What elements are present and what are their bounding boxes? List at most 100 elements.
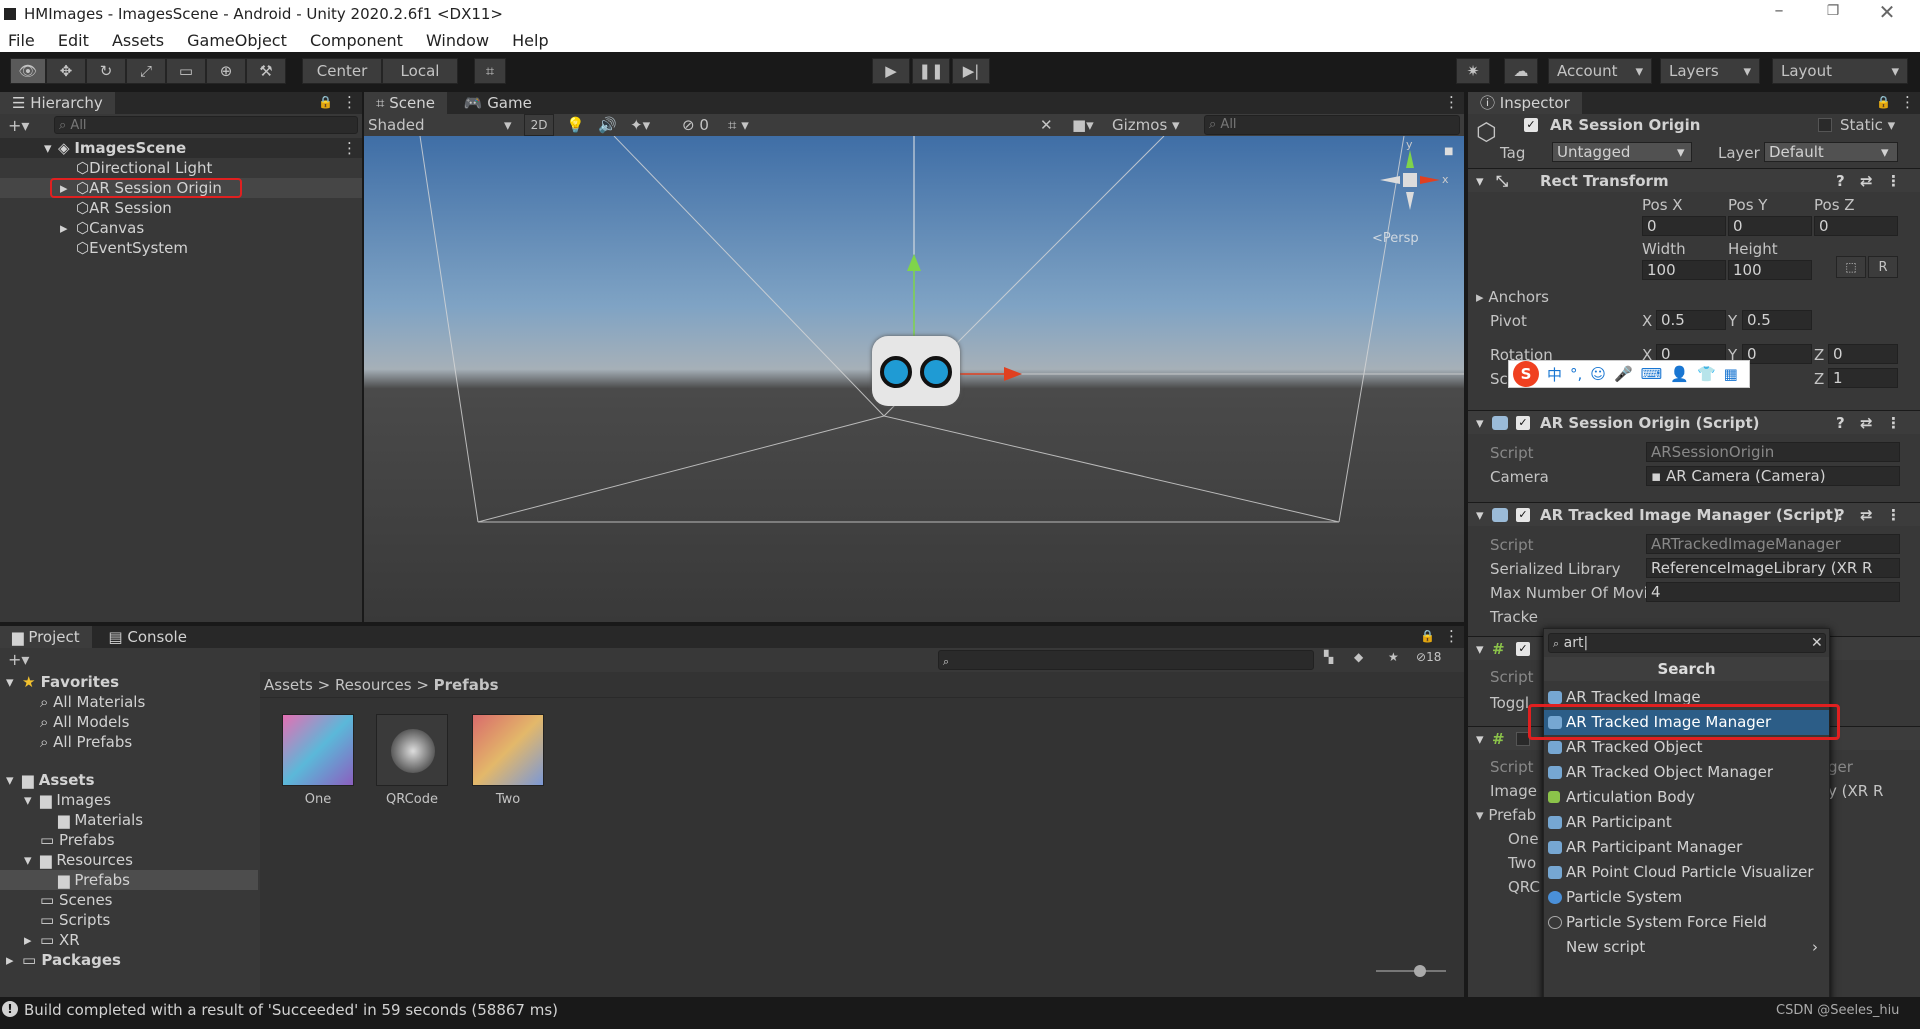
ime-punct-toggle[interactable]: °, [1570, 365, 1582, 383]
x-arrow-handle[interactable] [1004, 367, 1022, 381]
max-moving-field[interactable]: 4 [1646, 582, 1900, 602]
hidden-packages-toggle[interactable]: ⊘18 [1416, 650, 1441, 664]
menu-assets[interactable]: Assets [112, 31, 164, 50]
ime-chinese-toggle[interactable]: 中 [1547, 364, 1562, 385]
camera-field[interactable]: ▪ AR Camera (Camera) [1646, 466, 1900, 486]
hierarchy-search-input[interactable]: ⌕ All [54, 116, 358, 134]
orientation-gizmo[interactable]: y x [1362, 142, 1452, 232]
posx-field[interactable]: 0 [1642, 216, 1726, 236]
kebab-menu-icon[interactable]: ⋮ [1886, 411, 1901, 435]
shading-dropdown[interactable]: Shaded ▾ [368, 116, 518, 134]
tracked-manager-header[interactable]: ▾ ✓ AR Tracked Image Manager (Script) ? … [1468, 502, 1920, 526]
prefab-foldout[interactable]: ▾ Prefab [1476, 806, 1536, 824]
persp-label[interactable]: <Persp [1372, 231, 1419, 246]
anchors-foldout[interactable]: ▸ Anchors [1476, 288, 1549, 306]
scene-viewport[interactable]: y x <Persp ■ [364, 136, 1464, 622]
scale-tool-button[interactable]: ⤢ [126, 58, 166, 84]
active-checkbox[interactable]: ✓ [1524, 118, 1538, 132]
favorite-item[interactable]: ⌕ All Models [0, 712, 258, 732]
help-icon[interactable]: ? [1836, 169, 1845, 193]
preset-icon[interactable]: ⇄ [1860, 169, 1873, 193]
posy-field[interactable]: 0 [1728, 216, 1812, 236]
asset-item[interactable]: Two [470, 714, 546, 807]
scene-root-row[interactable]: ▾ ◈ ImagesScene ⋮ [0, 138, 362, 158]
filter-label-icon[interactable]: ◆ [1354, 650, 1363, 664]
asset-item[interactable]: One [280, 714, 356, 807]
kebab-menu-icon[interactable]: ⋮ [1444, 93, 1459, 111]
play-button[interactable]: ▶ [872, 58, 910, 84]
pivot-x-field[interactable]: 0.5 [1656, 310, 1726, 330]
asset-item[interactable]: QRCode [374, 714, 450, 807]
audio-icon[interactable]: 🔊 [598, 116, 617, 134]
zoom-slider-handle[interactable] [1414, 965, 1426, 977]
transform-tool-button[interactable]: ⊕ [206, 58, 246, 84]
component-item[interactable]: AR Point Cloud Particle Visualizer [1544, 860, 1829, 885]
rect-transform-header[interactable]: ▾ ⤡ Rect Transform ? ⇄ ⋮ [1468, 168, 1920, 192]
static-checkbox[interactable] [1818, 118, 1832, 132]
maximize-button[interactable]: ❐ [1818, 3, 1848, 19]
component-item[interactable]: AR Participant [1544, 810, 1829, 835]
apps-grid-icon[interactable]: ▦ [1724, 365, 1738, 383]
kebab-menu-icon[interactable]: ⋮ [1886, 503, 1901, 527]
folder-row[interactable]: ▆ Materials [0, 810, 258, 830]
preset-icon[interactable]: ⇄ [1860, 503, 1873, 527]
tools-icon[interactable]: ✕ [1040, 116, 1053, 134]
hierarchy-item[interactable]: ⬡ Directional Light [0, 158, 362, 178]
emoji-icon[interactable]: ☺ [1590, 365, 1606, 383]
component-item[interactable]: Particle System [1544, 885, 1829, 910]
kebab-menu-icon[interactable]: ⋮ [342, 93, 357, 111]
menu-window[interactable]: Window [426, 31, 489, 50]
project-search-input[interactable]: ⌕ [938, 650, 1314, 670]
expand-arrow-icon[interactable]: ▸ [60, 218, 68, 238]
folder-row[interactable]: ▾ ▆ Images [0, 790, 258, 810]
posz-field[interactable]: 0 [1814, 216, 1898, 236]
tab-hierarchy[interactable]: ☰ Hierarchy [0, 92, 115, 114]
component-item[interactable]: AR Tracked Object [1544, 735, 1829, 760]
component-item[interactable]: AR Participant Manager [1544, 835, 1829, 860]
breadcrumb-item[interactable]: Assets [264, 676, 313, 694]
keyboard-icon[interactable]: ⌨ [1641, 365, 1663, 383]
component-enabled-checkbox[interactable]: ✓ [1516, 642, 1530, 656]
rot-y-field[interactable]: 0 [1742, 344, 1812, 364]
pivot-local-button[interactable]: Local [382, 58, 458, 84]
menu-edit[interactable]: Edit [58, 31, 89, 50]
component-enabled-checkbox[interactable]: ✓ [1516, 416, 1530, 430]
lock-icon[interactable]: 🔒 [1876, 95, 1891, 109]
lock-icon[interactable]: 🔒 [1420, 629, 1435, 643]
collab-button[interactable]: ✷ [1456, 58, 1490, 84]
height-field[interactable]: 100 [1728, 260, 1812, 280]
2d-toggle[interactable]: 2D [524, 114, 554, 136]
layout-dropdown[interactable]: Layout ▾ [1772, 58, 1908, 84]
width-field[interactable]: 100 [1642, 260, 1726, 280]
favorite-star-icon[interactable]: ★ [1388, 650, 1399, 664]
clear-search-icon[interactable]: ✕ [1811, 634, 1823, 652]
rect-tool-button[interactable]: ▭ [166, 58, 206, 84]
hierarchy-item[interactable]: ▸ ⬡ Canvas [0, 218, 362, 238]
component-enabled-checkbox[interactable]: ✓ [1516, 508, 1530, 522]
folder-row[interactable]: ▭ Scripts [0, 910, 258, 930]
pivot-y-field[interactable]: 0.5 [1742, 310, 1812, 330]
breadcrumb-item[interactable]: Resources [335, 676, 412, 694]
component-item-selected[interactable]: AR Tracked Image Manager [1528, 704, 1840, 740]
pivot-center-button[interactable]: Center [302, 58, 382, 84]
component-item[interactable]: Particle System Force Field [1544, 910, 1829, 935]
raw-edit-button[interactable]: R [1868, 256, 1898, 278]
status-message[interactable]: Build completed with a result of 'Succee… [24, 1001, 558, 1019]
tab-game[interactable]: 🎮 Game [451, 92, 544, 114]
filter-type-icon[interactable]: ▚ [1324, 650, 1333, 664]
scene-search-input[interactable]: ⌕ All [1204, 115, 1460, 135]
session-origin-header[interactable]: ▾ ✓ AR Session Origin (Script) ? ⇄ ⋮ [1468, 410, 1920, 434]
lighting-icon[interactable]: 💡 [566, 116, 585, 134]
gizmos-dropdown[interactable]: Gizmos ▾ [1112, 116, 1180, 134]
zoom-slider[interactable] [1376, 965, 1446, 977]
library-field[interactable]: ReferenceImageLibrary (XR R [1646, 558, 1900, 578]
layers-dropdown[interactable]: Layers ▾ [1660, 58, 1760, 84]
help-icon[interactable]: ? [1836, 411, 1845, 435]
menu-help[interactable]: Help [512, 31, 548, 50]
hierarchy-item[interactable]: ⬡ AR Session [0, 198, 362, 218]
minimize-button[interactable]: – [1764, 0, 1794, 21]
kebab-menu-icon[interactable]: ⋮ [1900, 93, 1915, 111]
favorite-item[interactable]: ⌕ All Prefabs [0, 732, 258, 752]
user-icon[interactable]: 👤 [1670, 365, 1689, 383]
hierarchy-item-selected[interactable]: ▸ ⬡ AR Session Origin [0, 178, 362, 198]
